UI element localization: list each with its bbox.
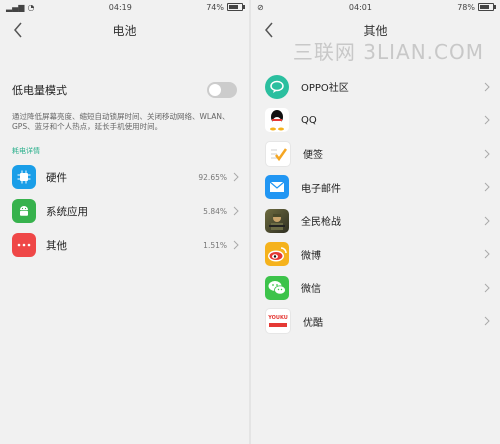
app-name: 优酷 [303,317,323,329]
more-dots-icon [12,233,36,257]
game-soldier-icon [265,208,289,233]
chevron-right-icon [484,249,490,259]
chevron-right-icon [484,216,490,226]
back-arrow-icon [14,22,22,38]
app-name: OPPO社区 [301,83,349,95]
status-bar: ▂▄▆ ◔ 04:19 74% [0,0,249,14]
notes-check-icon [265,140,291,167]
youku-logo-bar [269,323,287,328]
youku-logo-text: YOUKU [268,315,288,322]
usage-list: 硬件 92.65% 系统应用 5.84% 其他 1.51% [0,160,249,262]
status-left: ▂▄▆ ◔ [6,3,34,12]
android-icon [12,199,36,223]
battery-icon [477,3,496,11]
chevron-right-icon [484,283,490,293]
chevron-right-icon [233,172,239,182]
back-button[interactable] [259,20,279,40]
back-button[interactable] [8,20,28,40]
chevron-right-icon [484,82,490,92]
status-time: 04:01 [348,2,372,12]
back-arrow-icon [265,22,273,38]
app-name: QQ [301,114,317,126]
usage-name: 系统应用 [46,205,88,218]
battery-screen: ▂▄▆ ◔ 04:19 74% 电池 低电量模式 通过降低屏幕亮度、缩短自动锁屏… [0,0,249,444]
status-right: 78% [457,2,496,12]
title-bar: 电池 [0,14,249,46]
chevron-right-icon [484,316,490,326]
app-item-youku[interactable]: YOUKU 优酷 [251,305,500,339]
qq-penguin-icon [265,108,289,133]
app-item-game[interactable]: 全民枪战 [251,204,500,238]
battery-percent: 78% [457,2,475,12]
watermark: 三联网 3LIAN.COM [292,40,484,64]
chevron-right-icon [484,149,490,159]
page-title: 电池 [112,23,137,38]
low-power-mode-toggle[interactable] [207,82,237,98]
battery-percent: 74% [206,2,224,12]
toggle-knob [209,84,221,96]
chevron-right-icon [484,115,490,125]
chevron-right-icon [484,182,490,192]
usage-name: 其他 [46,239,67,252]
status-time: 04:19 [108,2,132,12]
app-name: 微博 [301,250,321,262]
other-apps-screen: ⊘ 04:01 78% 其他 三联网 3LIAN.COM OPPO社区 QQ 便… [251,0,500,444]
signal-icon: ▂▄▆ [6,2,25,12]
low-power-description: 通过降低屏幕亮度、缩短自动锁屏时间、关闭移动网络、WLAN、GPS、蓝牙和个人热… [12,112,230,131]
usage-percent: 92.65% [198,172,227,182]
chevron-right-icon [233,240,239,250]
wifi-icon: ◔ [27,2,35,12]
no-sim-icon: ⊘ [257,2,264,12]
app-name: 微信 [301,284,321,296]
status-right: 74% [206,2,245,12]
status-bar: ⊘ 04:01 78% [251,0,500,14]
app-item-qq[interactable]: QQ [251,104,500,138]
low-power-mode-row: 低电量模式 [0,82,249,98]
youku-icon: YOUKU [265,308,291,335]
usage-name: 硬件 [46,171,67,184]
app-item-wechat[interactable]: 微信 [251,271,500,305]
chip-icon [12,165,36,189]
usage-item-system-apps[interactable]: 系统应用 5.84% [0,194,249,228]
usage-percent: 1.51% [203,240,227,250]
app-name: 全民枪战 [301,217,341,229]
battery-icon [226,3,245,11]
section-title: 耗电详情 [12,147,40,155]
usage-percent: 5.84% [203,206,227,216]
wechat-icon [265,275,289,300]
low-power-mode-label: 低电量模式 [12,84,67,97]
usage-item-hardware[interactable]: 硬件 92.65% [0,160,249,194]
chevron-right-icon [233,206,239,216]
app-item-weibo[interactable]: 微博 [251,238,500,272]
weibo-icon [265,242,289,267]
app-name: 便签 [303,150,323,162]
usage-item-other[interactable]: 其他 1.51% [0,228,249,262]
app-list: OPPO社区 QQ 便签 电子邮件 全民枪战 微博 微信 YOUKU 优酷 [251,70,500,338]
app-item-notes[interactable]: 便签 [251,137,500,171]
app-item-email[interactable]: 电子邮件 [251,171,500,205]
mail-icon [265,175,289,200]
app-name: 电子邮件 [301,183,341,195]
app-item-oppo-community[interactable]: OPPO社区 [251,70,500,104]
oppo-community-icon [265,74,289,99]
